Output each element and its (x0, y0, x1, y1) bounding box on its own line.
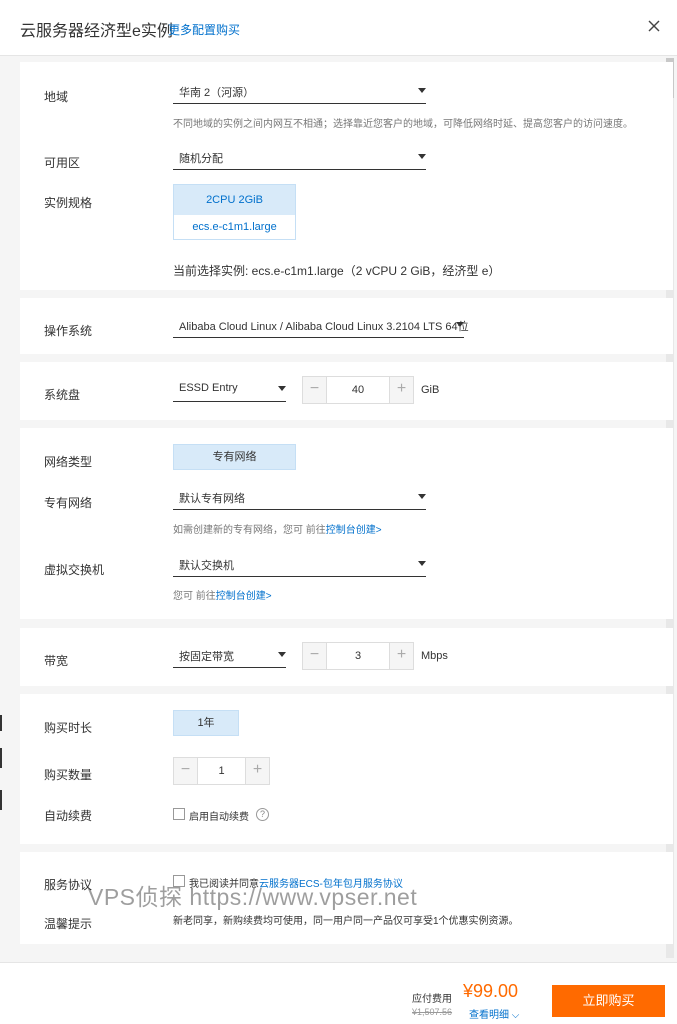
auto-renew-text[interactable]: 启用自动续费 (189, 808, 249, 823)
os-select-value: Alibaba Cloud Linux / Alibaba Cloud Linu… (179, 321, 469, 333)
vswitch-hint: 您可 前往控制台创建> (173, 587, 272, 602)
os-section: 操作系统 Alibaba Cloud Linux / Alibaba Cloud… (20, 298, 673, 354)
notice-text: 新老同享，新购续费均可使用，同一用户同一产品仅可享受1个优惠实例资源。 (173, 916, 519, 927)
vswitch-label: 虚拟交换机 (44, 563, 105, 577)
bandwidth-type-select[interactable]: 按固定带宽 (173, 642, 286, 668)
bandwidth-section: 带宽 按固定带宽 − 3 + Mbps (20, 628, 673, 686)
zone-label: 可用区 (44, 156, 81, 170)
auto-renew-label: 自动续费 (44, 809, 93, 823)
original-price: ¥1,507.56 (412, 1007, 453, 1017)
disk-size-decrease-button[interactable]: − (303, 377, 327, 403)
quantity-input[interactable]: 1 (198, 758, 245, 784)
purchase-section: 购买时长 1年 购买数量 − 1 + 自动续费 启用自动续费 ? (20, 694, 673, 844)
disk-size-input[interactable]: 40 (327, 377, 389, 403)
vpc-select[interactable]: 默认专有网络 (173, 484, 426, 510)
bandwidth-increase-button[interactable]: + (389, 643, 413, 669)
vpc-hint: 如需创建新的专有网络，您可 前往控制台创建> (173, 521, 382, 536)
disk-section: 系统盘 ESSD Entry − 40 + GiB (20, 362, 673, 420)
quantity-label: 购买数量 (44, 768, 93, 782)
quantity-stepper[interactable]: − 1 + (173, 757, 270, 785)
disk-type-select[interactable]: ESSD Entry (173, 376, 286, 402)
quantity-increase-button[interactable]: + (245, 758, 269, 784)
more-config-link[interactable]: 更多配置购买 (168, 21, 240, 38)
vpc-console-link[interactable]: 控制台创建> (326, 525, 382, 536)
bandwidth-label: 带宽 (44, 654, 69, 668)
chevron-down-icon (418, 561, 426, 566)
chevron-down-icon (418, 88, 426, 93)
os-label: 操作系统 (44, 324, 93, 338)
disk-label: 系统盘 (44, 388, 81, 402)
disk-size-increase-button[interactable]: + (389, 377, 413, 403)
zone-select[interactable]: 随机分配 (173, 144, 426, 170)
disk-size-unit: GiB (421, 384, 440, 396)
region-hint: 不同地域的实例之间内网互不相通；选择靠近您客户的地域，可降低网络时延、提高您客户… (173, 119, 633, 130)
close-icon[interactable] (644, 16, 664, 36)
network-section: 网络类型 专有网络 专有网络 默认专有网络 如需创建新的专有网络，您可 前往控制… (20, 428, 673, 619)
os-select[interactable]: Alibaba Cloud Linux / Alibaba Cloud Linu… (173, 312, 469, 338)
chevron-down-icon (418, 154, 426, 159)
network-type-label: 网络类型 (44, 455, 93, 469)
vswitch-console-link[interactable]: 控制台创建> (216, 591, 272, 602)
disk-type-value: ESSD Entry (179, 382, 238, 394)
vswitch-hint-text: 您可 前往 (173, 591, 216, 602)
spec-option-cpu-mem: 2CPU 2GiB (174, 185, 295, 215)
auto-renew-checkbox[interactable] (173, 808, 185, 820)
left-edge-mark (0, 748, 2, 768)
duration-1-year-option[interactable]: 1年 (173, 710, 239, 736)
region-select[interactable]: 华南 2（河源） (173, 78, 426, 104)
zone-select-value: 随机分配 (179, 153, 223, 165)
spec-option-type: ecs.e-c1m1.large (174, 215, 295, 239)
watermark-text: VPS侦探 https://www.vpser.net (88, 884, 418, 910)
agreement-label: 服务协议 (44, 878, 93, 892)
left-edge-mark (0, 715, 2, 731)
buy-now-button[interactable]: 立即购买 (552, 985, 665, 1017)
chevron-down-icon (278, 652, 286, 657)
price-detail-link[interactable]: 查看明细 ⌵ (469, 1006, 519, 1021)
dialog-title: 云服务器经济型e实例 (20, 23, 173, 40)
spec-label: 实例规格 (44, 196, 93, 210)
bandwidth-unit: Mbps (421, 650, 448, 662)
chevron-down-icon (418, 494, 426, 499)
duration-label: 购买时长 (44, 721, 93, 735)
help-icon[interactable]: ? (256, 808, 269, 821)
bandwidth-stepper[interactable]: − 3 + (302, 642, 414, 670)
price-value: ¥99.00 (463, 981, 519, 1001)
bandwidth-input[interactable]: 3 (327, 643, 389, 669)
notice-label: 温馨提示 (44, 917, 93, 931)
chevron-down-icon (456, 322, 464, 327)
fee-label: 应付费用 (412, 994, 452, 1005)
spec-option[interactable]: 2CPU 2GiB ecs.e-c1m1.large (173, 184, 296, 240)
vpc-select-value: 默认专有网络 (179, 493, 245, 505)
vswitch-select-value: 默认交换机 (179, 560, 234, 572)
chevron-down-icon (278, 386, 286, 391)
network-type-vpc-option[interactable]: 专有网络 (173, 444, 296, 470)
region-select-value: 华南 2（河源） (179, 87, 255, 99)
bandwidth-decrease-button[interactable]: − (303, 643, 327, 669)
region-spec-section: 地域 华南 2（河源） 不同地域的实例之间内网互不相通；选择靠近您客户的地域，可… (20, 62, 673, 290)
dialog-header: 云服务器经济型e实例 更多配置购买 (0, 0, 677, 56)
checkout-footer: 应付费用 ¥99.00 ¥1,507.56 查看明细 ⌵ 立即购买 (0, 962, 677, 1024)
disk-size-stepper[interactable]: − 40 + (302, 376, 414, 404)
vpc-hint-text: 如需创建新的专有网络，您可 前往 (173, 525, 326, 536)
quantity-decrease-button[interactable]: − (174, 758, 198, 784)
left-edge-mark (0, 790, 2, 810)
vpc-label: 专有网络 (44, 496, 93, 510)
bandwidth-type-value: 按固定带宽 (179, 651, 234, 663)
current-spec: 当前选择实例: ecs.e-c1m1.large（2 vCPU 2 GiB，经济… (173, 264, 501, 278)
region-label: 地域 (44, 90, 69, 104)
vswitch-select[interactable]: 默认交换机 (173, 551, 426, 577)
